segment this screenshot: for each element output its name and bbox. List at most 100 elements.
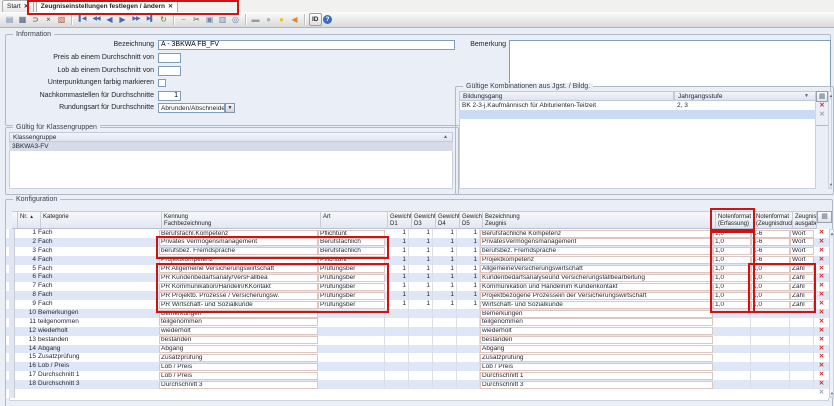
rundungsart-select[interactable]: Abrunden/Abschneiden	[158, 103, 225, 113]
delete-row-icon[interactable]: ✕	[814, 238, 829, 247]
cell-notenformat-zeugnisdruck[interactable]	[751, 371, 790, 380]
delete-row-icon[interactable]: ✕	[814, 291, 829, 300]
cell-art[interactable]: Pflichtunt	[318, 230, 385, 238]
id-button[interactable]: ID	[309, 13, 322, 26]
jahrgangsstufe-filter-icon[interactable]: ▼	[804, 91, 809, 101]
cell-gewicht-d5[interactable]	[457, 336, 480, 345]
cell-gewicht-d4[interactable]: 1	[433, 238, 457, 247]
cell-gewicht-d3[interactable]	[409, 353, 433, 362]
cell-notenformat-erfassung[interactable]: 1,0	[713, 265, 751, 273]
konfig-row[interactable]: 9FachPR Wirtschaft- und SozialkundePrüfu…	[6, 300, 829, 309]
cell-notenformat-erfassung[interactable]	[713, 327, 751, 336]
cell-notenformat-erfassung[interactable]: 1,0	[713, 256, 751, 264]
cell-gewicht-d3[interactable]: 1	[409, 273, 433, 282]
delete-row-icon[interactable]: ✕	[814, 318, 829, 327]
cell-art[interactable]	[318, 353, 385, 362]
column-header-gewicht-d1[interactable]: Gewicht D1	[388, 211, 412, 229]
delete-row-icon[interactable]: ✕	[814, 336, 829, 345]
cell-kennung[interactable]: PR Projektb. Prozesse / Versicherungsw.	[159, 292, 318, 300]
cell-gewicht-d5[interactable]	[457, 318, 480, 327]
cell-notenformat-erfassung[interactable]	[713, 309, 751, 318]
kombinationen-row-jahrgangsstufe[interactable]: 2, 3	[674, 101, 816, 110]
cell-notenformat-erfassung[interactable]	[713, 318, 751, 327]
cell-gewicht-d4[interactable]	[433, 309, 457, 318]
column-header-gewicht-d4[interactable]: Gewicht D4	[436, 211, 460, 229]
konfig-grid-button[interactable]: ▦	[817, 211, 832, 223]
cell-bezeichnung[interactable]: Bemerkungen	[480, 310, 713, 318]
cell-bezeichnung[interactable]: Projektbezogene Prozessein der Versicher…	[480, 292, 713, 300]
cell-kennung[interactable]: Privates Vermögensmanagement	[159, 238, 318, 246]
scroll-down-icon[interactable]: ▼	[829, 181, 831, 188]
cell-zeugnisausgabe[interactable]	[790, 318, 814, 327]
unterpunktungen-checkbox[interactable]	[158, 79, 166, 87]
cell-gewicht-d3[interactable]: 1	[409, 282, 433, 291]
delete-record-icon[interactable]: ×	[43, 13, 55, 26]
cell-gewicht-d1[interactable]	[385, 318, 409, 327]
cell-gewicht-d3[interactable]: 1	[409, 300, 433, 309]
cell-notenformat-erfassung[interactable]	[713, 380, 751, 389]
konfig-row[interactable]: 12wiederholtwiederholtwiederholt✕	[6, 327, 829, 336]
kombinationen-header-bildungsgang[interactable]: Bildungsgang	[459, 91, 674, 101]
cell-notenformat-zeugnisdruck[interactable]	[751, 353, 790, 362]
cell-kennung[interactable]: teilgenommen	[159, 318, 318, 326]
klassengruppe-sort-icon[interactable]: ▲	[443, 132, 448, 142]
cell-kennung[interactable]: bestanden	[159, 336, 318, 344]
cell-art[interactable]	[318, 336, 385, 345]
cell-kennung[interactable]: Abgang	[159, 345, 318, 353]
cell-kennung[interactable]: Bemerkungen	[159, 310, 318, 318]
paste-icon[interactable]: ▥	[217, 13, 229, 26]
cell-notenformat-erfassung[interactable]	[713, 353, 751, 362]
cell-zeugnisausgabe[interactable]: Wort	[790, 256, 814, 264]
nav-fast-next-icon[interactable]: ▶▶	[130, 13, 143, 26]
column-header-gewicht-d5[interactable]: Gewicht D5	[460, 211, 483, 229]
kombinationen-scrollbar[interactable]: ▲ ▼	[828, 91, 832, 189]
kombinationen-empty-row[interactable]	[459, 110, 816, 119]
cell-gewicht-d1[interactable]	[385, 327, 409, 336]
column-header-kennung[interactable]: Kennung Fachbezeichnung	[162, 211, 321, 229]
remove-icon[interactable]: −	[178, 13, 190, 26]
cell-bezeichnung[interactable]: Durchschnitt 1	[480, 372, 713, 380]
cell-gewicht-d5[interactable]: 1	[457, 256, 480, 265]
row-selector[interactable]	[9, 389, 15, 398]
nav-first-icon[interactable]: ▌◀	[76, 13, 89, 26]
cell-gewicht-d4[interactable]: 1	[433, 247, 457, 256]
cell-gewicht-d3[interactable]: 1	[409, 229, 433, 238]
cell-gewicht-d5[interactable]	[457, 362, 480, 371]
cell-gewicht-d4[interactable]	[433, 327, 457, 336]
cell-notenformat-zeugnisdruck[interactable]	[751, 362, 790, 371]
cell-notenformat-zeugnisdruck[interactable]	[751, 380, 790, 389]
cell-art[interactable]: Berufsfachlich	[318, 247, 385, 255]
cell-zeugnisausgabe[interactable]	[790, 327, 814, 336]
preview-icon[interactable]: ●	[263, 13, 275, 26]
delete-row-icon[interactable]: ✕	[814, 380, 829, 389]
nav-last-icon[interactable]: ▶▌	[144, 13, 157, 26]
konfig-row[interactable]: 6FachPR Kundenbedarfsanaly/VersFallbeaPr…	[6, 273, 829, 282]
cell-gewicht-d3[interactable]	[409, 309, 433, 318]
cell-art[interactable]	[318, 362, 385, 371]
discard-changes-icon[interactable]: ▧	[56, 13, 68, 26]
bemerkung-textarea[interactable]	[509, 40, 831, 87]
cell-gewicht-d1[interactable]: 1	[385, 229, 409, 238]
cell-gewicht-d1[interactable]	[385, 336, 409, 345]
cell-notenformat-zeugnisdruck[interactable]: 1,0	[751, 301, 790, 309]
refresh-icon[interactable]: ↻	[158, 13, 170, 26]
cell-kennung[interactable]: PR Kundenbedarfsanaly/VersFallbea	[159, 274, 318, 282]
rundungsart-dropdown-icon[interactable]: ▼	[225, 103, 235, 113]
cell-gewicht-d3[interactable]	[409, 380, 433, 389]
delete-row-icon[interactable]: ✕	[814, 345, 829, 354]
cell-art[interactable]: Pflichtunt	[318, 256, 385, 264]
copy-icon[interactable]: ▣	[204, 13, 216, 26]
cell-gewicht-d5[interactable]: 1	[457, 282, 480, 291]
konfig-row[interactable]: 2FachPrivates VermögensmanagementBerufsf…	[6, 238, 829, 247]
nav-next-icon[interactable]: ▶	[117, 13, 129, 26]
cell-bezeichnung[interactable]: bestanden	[480, 336, 713, 344]
lob-input[interactable]	[158, 66, 181, 76]
cell-notenformat-zeugnisdruck[interactable]: 1,0	[751, 265, 790, 273]
cell-notenformat-erfassung[interactable]	[713, 371, 751, 380]
cell-bezeichnung[interactable]: Berufsfachliche Kompetenz	[480, 230, 713, 238]
cell-notenformat-zeugnisdruck[interactable]: 1-6	[751, 256, 790, 264]
column-header-notenformat-zeugnisdruck[interactable]: Notenformat (Zeugnisdruck)	[754, 211, 793, 229]
cell-bezeichnung[interactable]: Wirtschaft- und Sozialkunde	[480, 301, 713, 309]
cell-gewicht-d4[interactable]: 1	[433, 229, 457, 238]
cell-art[interactable]: Prüfungsber	[318, 301, 385, 309]
